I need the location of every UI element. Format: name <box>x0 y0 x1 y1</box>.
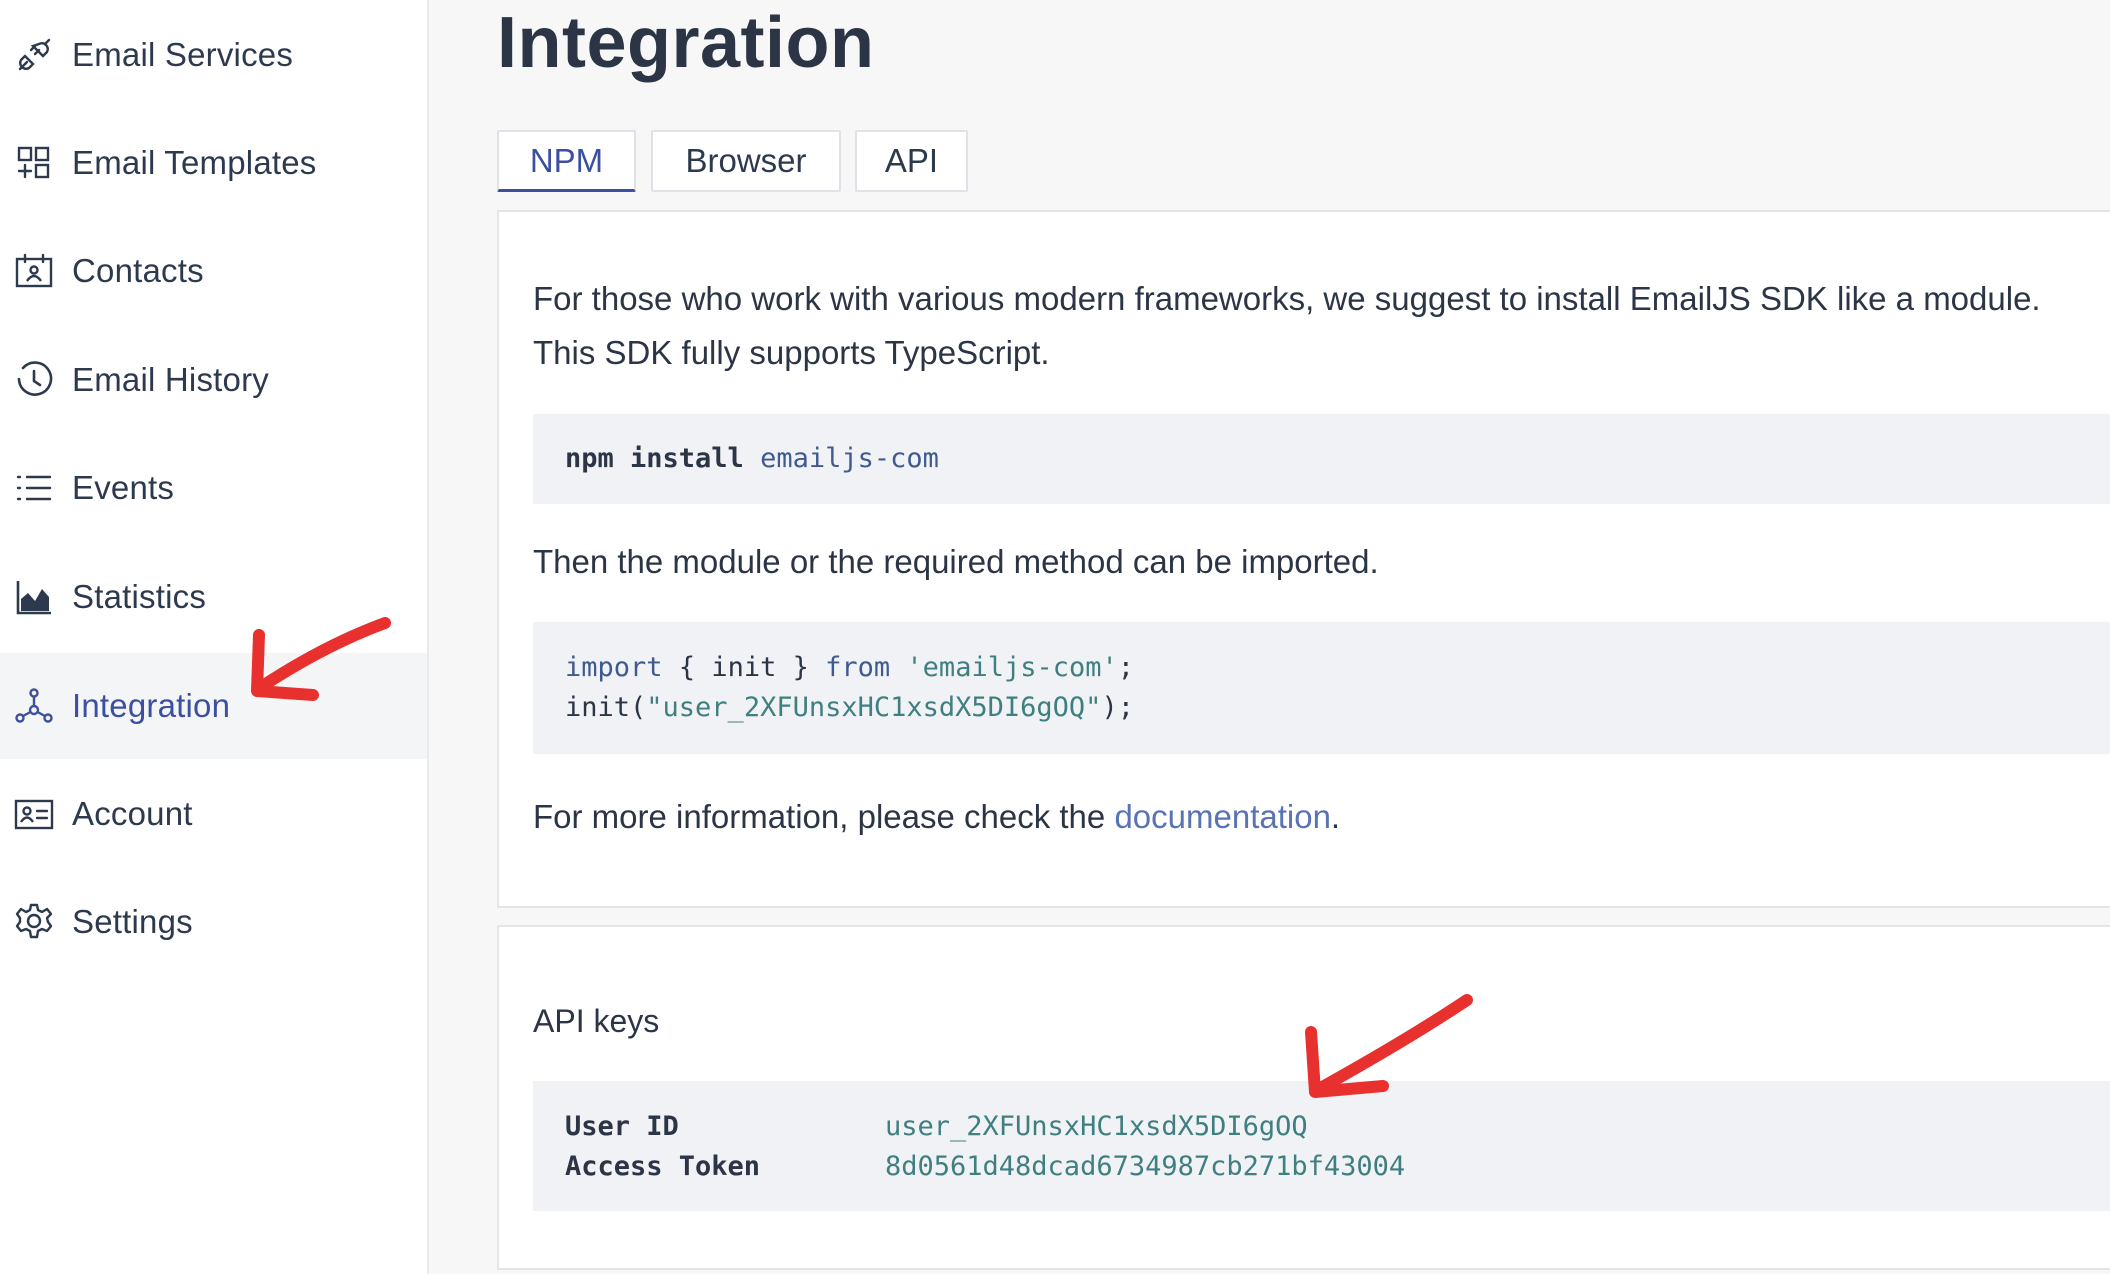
code-braces: { init } <box>678 652 809 683</box>
more-info-text: For more information, please check the d… <box>533 790 1340 844</box>
history-clock-icon <box>13 359 55 401</box>
sidebar-item-settings[interactable]: Settings <box>0 869 427 975</box>
api-keys-title: API keys <box>533 1003 660 1039</box>
intro-text-line1: For those who work with various modern f… <box>533 280 2041 317</box>
import-code-block: import { init } from 'emailjs-com'; init… <box>533 622 2110 754</box>
user-id-value[interactable]: user_2XFUnsxHC1xsdX5DI6gOQ <box>885 1107 1308 1147</box>
access-token-value[interactable]: 8d0561d48dcad6734987cb271bf43004 <box>885 1147 1405 1187</box>
sidebar-item-email-templates[interactable]: Email Templates <box>0 110 427 216</box>
code-line-init: init("user_2XFUnsxHC1xsdX5DI6gOQ"); <box>565 688 2110 728</box>
access-token-label: Access Token <box>565 1151 761 1182</box>
integration-nodes-icon <box>13 685 55 727</box>
user-id-row: User ID user_2XFUnsxHC1xsdX5DI6gOQ <box>565 1107 2110 1147</box>
page-title: Integration <box>497 3 875 83</box>
sidebar-item-label: Statistics <box>72 578 207 615</box>
code-punct: ); <box>1101 692 1134 723</box>
documentation-link[interactable]: documentation <box>1114 798 1330 835</box>
sidebar-item-label: Contacts <box>72 252 204 289</box>
sidebar-item-label: Events <box>72 469 175 506</box>
sidebar-item-label: Email History <box>72 361 269 398</box>
plug-icon <box>13 34 55 76</box>
tab-api[interactable]: API <box>855 130 968 192</box>
sidebar-item-label: Integration <box>72 687 231 724</box>
sidebar-item-label: Email Templates <box>72 144 317 181</box>
area-chart-icon <box>13 576 55 618</box>
tab-browser[interactable]: Browser <box>651 130 841 192</box>
sidebar-item-email-services[interactable]: Email Services <box>0 2 427 108</box>
more-info-prefix: For more information, please check the <box>533 798 1106 835</box>
sidebar-item-contacts[interactable]: Contacts <box>0 218 427 324</box>
code-line-import: import { init } from 'emailjs-com'; <box>565 648 2110 688</box>
annotation-arrow-icon <box>1305 994 1473 1098</box>
list-icon <box>13 467 55 509</box>
access-token-row: Access Token 8d0561d48dcad6734987cb271bf… <box>565 1147 2110 1187</box>
id-card-icon <box>13 793 55 835</box>
annotation-arrow-icon <box>251 617 391 701</box>
gear-icon <box>13 901 55 943</box>
code-keyword: from <box>825 652 891 683</box>
import-text: Then the module or the required method c… <box>533 543 1379 580</box>
code-punct: ; <box>1117 652 1135 683</box>
sidebar-item-label: Email Services <box>72 36 294 73</box>
sidebar-item-events[interactable]: Events <box>0 435 427 541</box>
code-string: "user_2XFUnsxHC1xsdX5DI6gOQ" <box>646 692 1102 723</box>
main-content: Integration NPM Browser API For those wh… <box>429 0 2110 1274</box>
install-package: emailjs-com <box>760 443 939 474</box>
code-string: 'emailjs-com' <box>906 652 1118 683</box>
code-call: init( <box>565 692 647 723</box>
sidebar-item-label: Account <box>72 795 193 832</box>
install-command: npm install <box>565 443 744 474</box>
tab-npm[interactable]: NPM <box>497 130 636 192</box>
more-info-suffix: . <box>1330 798 1341 835</box>
sidebar-item-account[interactable]: Account <box>0 761 427 867</box>
templates-grid-icon <box>13 142 55 184</box>
intro-text-line2: This SDK fully supports TypeScript. <box>533 334 1050 371</box>
contacts-calendar-icon <box>13 250 55 292</box>
code-keyword: import <box>565 652 663 683</box>
npm-panel: For those who work with various modern f… <box>497 210 2110 908</box>
sidebar: Email Services Email Templates Contacts … <box>0 0 429 1274</box>
sidebar-item-label: Settings <box>72 903 193 940</box>
sidebar-item-email-history[interactable]: Email History <box>0 327 427 433</box>
install-code-block: npm install emailjs-com <box>533 414 2110 504</box>
user-id-label: User ID <box>565 1111 679 1142</box>
